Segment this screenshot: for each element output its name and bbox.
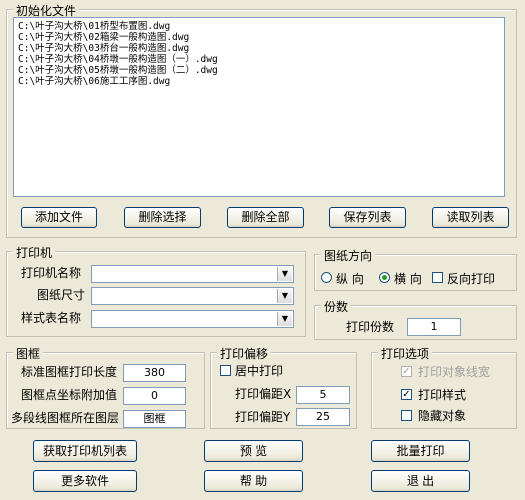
list-item[interactable]: C:\叶子沟大桥\05桥墩一般构造图（二）.dwg bbox=[18, 65, 500, 76]
list-item[interactable]: C:\叶子沟大桥\02箱梁一般构造图.dwg bbox=[18, 32, 500, 43]
help-button[interactable]: 帮 助 bbox=[204, 470, 303, 492]
style-table-select[interactable]: ▼ bbox=[91, 310, 294, 328]
remove-selected-button[interactable]: 删除选择 bbox=[124, 207, 201, 228]
center-print-label[interactable]: 居中打印 bbox=[235, 362, 283, 379]
reverse-print-label[interactable]: 反向打印 bbox=[447, 270, 495, 287]
list-item[interactable]: C:\叶子沟大桥\06施工工序图.dwg bbox=[18, 76, 500, 87]
add-file-button[interactable]: 添加文件 bbox=[21, 207, 97, 228]
get-printer-list-button[interactable]: 获取打印机列表 bbox=[33, 440, 137, 462]
print-options-title: 打印选项 bbox=[378, 345, 433, 362]
hide-objects-checkbox[interactable] bbox=[401, 410, 412, 421]
load-list-button[interactable]: 读取列表 bbox=[432, 207, 509, 228]
list-item[interactable]: C:\叶子沟大桥\04桥墩一般构造图（一）.dwg bbox=[18, 54, 500, 65]
std-frame-length-label: 标准图框打印长度 bbox=[21, 365, 118, 379]
std-frame-length-input[interactable]: 380 bbox=[123, 364, 186, 382]
center-print-checkbox[interactable] bbox=[220, 365, 231, 376]
landscape-label[interactable]: 横 向 bbox=[394, 270, 422, 287]
offset-y-input[interactable]: 25 bbox=[296, 408, 350, 426]
printer-name-label: 打印机名称 bbox=[21, 266, 82, 280]
lineweight-checkbox[interactable]: ✓ bbox=[401, 366, 412, 377]
save-list-button[interactable]: 保存列表 bbox=[329, 207, 406, 228]
orientation-title: 图纸方向 bbox=[321, 247, 376, 264]
frame-title: 图框 bbox=[13, 345, 44, 362]
preview-button[interactable]: 预 览 bbox=[204, 440, 303, 462]
offset-y-label: 打印偏距Y bbox=[235, 410, 291, 424]
exit-button[interactable]: 退 出 bbox=[371, 470, 470, 492]
paper-size-label: 图纸尺寸 bbox=[37, 288, 86, 302]
reverse-print-checkbox[interactable] bbox=[432, 272, 443, 283]
frame-coord-add-label: 图框点坐标附加值 bbox=[21, 388, 118, 402]
plot-style-label[interactable]: 打印样式 bbox=[418, 386, 466, 403]
hide-objects-label[interactable]: 隐藏对象 bbox=[418, 407, 466, 424]
chevron-down-icon[interactable]: ▼ bbox=[277, 289, 292, 303]
copies-label: 打印份数 bbox=[346, 320, 395, 334]
more-software-button[interactable]: 更多软件 bbox=[33, 470, 137, 492]
frame-coord-add-input[interactable]: 0 bbox=[123, 387, 186, 405]
portrait-label[interactable]: 纵 向 bbox=[336, 270, 364, 287]
copies-title: 份数 bbox=[321, 298, 352, 315]
remove-all-button[interactable]: 删除全部 bbox=[227, 207, 304, 228]
list-item[interactable]: C:\叶子沟大桥\01桥型布置图.dwg bbox=[18, 21, 500, 32]
landscape-radio[interactable] bbox=[379, 272, 390, 283]
offset-title: 打印偏移 bbox=[217, 345, 272, 362]
batch-print-button[interactable]: 批量打印 bbox=[371, 440, 470, 462]
offset-x-label: 打印偏距X bbox=[235, 387, 292, 401]
list-item[interactable]: C:\叶子沟大桥\03桥台一般构造图.dwg bbox=[18, 43, 500, 54]
copies-input[interactable]: 1 bbox=[407, 318, 461, 336]
offset-x-input[interactable]: 5 bbox=[296, 386, 350, 404]
plot-style-checkbox[interactable]: ✓ bbox=[401, 389, 412, 400]
portrait-radio[interactable] bbox=[321, 272, 332, 283]
printer-title: 打印机 bbox=[13, 244, 56, 261]
printer-name-select[interactable]: ▼ bbox=[91, 265, 294, 283]
lineweight-label[interactable]: 打印对象线宽 bbox=[418, 363, 490, 380]
chevron-down-icon[interactable]: ▼ bbox=[277, 267, 292, 281]
frame-layer-label: 多段线图框所在图层 bbox=[11, 411, 120, 425]
style-table-label: 样式表名称 bbox=[21, 311, 82, 325]
file-listbox[interactable]: C:\叶子沟大桥\01桥型布置图.dwg C:\叶子沟大桥\02箱梁一般构造图.… bbox=[13, 17, 505, 197]
paper-size-select[interactable]: ▼ bbox=[91, 287, 294, 305]
frame-layer-input[interactable]: 图框 bbox=[123, 410, 186, 428]
chevron-down-icon[interactable]: ▼ bbox=[277, 312, 292, 326]
